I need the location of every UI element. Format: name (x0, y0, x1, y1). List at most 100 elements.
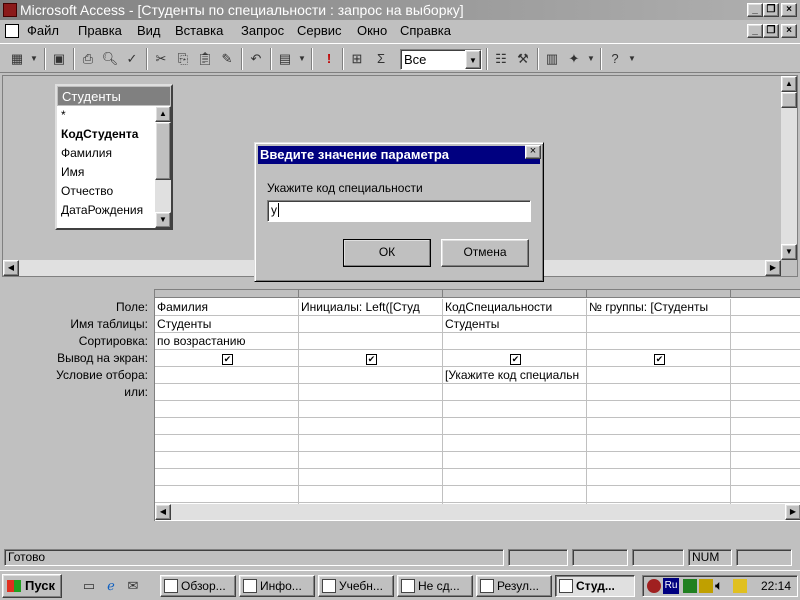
task-button-active[interactable]: Студ... (555, 575, 635, 597)
chevron-down-icon[interactable]: ▼ (465, 50, 481, 69)
grid-cell-table[interactable]: Студенты (155, 316, 299, 333)
scroll-right-icon[interactable]: ▶ (765, 260, 781, 276)
doc-close-button[interactable]: × (781, 24, 797, 38)
view-icon[interactable]: ▦ (6, 48, 28, 70)
pane-vertical-scrollbar[interactable]: ▲ ▼ (781, 76, 797, 260)
field-list-item[interactable]: КодСтудента (57, 125, 171, 144)
grid-cell-sort[interactable] (443, 333, 587, 350)
show-checkbox[interactable]: ✔ (510, 354, 521, 365)
field-list-item[interactable]: Фамилия (57, 144, 171, 163)
scroll-up-icon[interactable]: ▲ (155, 106, 171, 122)
menu-tools[interactable]: Сервис (294, 20, 345, 42)
grid-cell-table[interactable] (587, 316, 731, 333)
doc-minimize-button[interactable]: _ (747, 24, 763, 38)
outlook-icon[interactable]: ✉ (122, 575, 144, 597)
field-list-item[interactable]: ДатаРождения (57, 201, 171, 220)
scroll-down-icon[interactable]: ▼ (155, 212, 171, 228)
tray-misc-icon[interactable] (733, 579, 747, 593)
grid-cell-criteria[interactable] (731, 367, 800, 384)
column-selector[interactable] (299, 290, 443, 298)
show-checkbox[interactable]: ✔ (222, 354, 233, 365)
ok-button[interactable]: ОК (343, 239, 431, 267)
scroll-thumb[interactable] (781, 92, 797, 108)
build-icon[interactable]: ⚒ (512, 48, 534, 70)
grid-cell-criteria[interactable] (155, 367, 299, 384)
minimize-button[interactable]: _ (747, 3, 763, 17)
scroll-down-icon[interactable]: ▼ (781, 244, 797, 260)
close-button[interactable]: × (781, 3, 797, 17)
grid-cell-sort[interactable] (587, 333, 731, 350)
column-selector[interactable] (443, 290, 587, 298)
grid-cell-sort[interactable] (731, 333, 800, 350)
grid-empty-rows[interactable] (155, 384, 800, 504)
grid-cell-sort[interactable]: по возрастанию (155, 333, 299, 350)
field-list-scrollbar[interactable]: ▲ ▼ (155, 106, 171, 228)
grid-cell-criteria[interactable]: [Укажите код специальн (443, 367, 587, 384)
database-window-icon[interactable]: ▥ (541, 48, 563, 70)
menu-help[interactable]: Справка (397, 20, 454, 42)
doc-restore-button[interactable]: ❐ (763, 24, 779, 38)
grid-cell-field[interactable]: КодСпециальности (443, 299, 587, 316)
menu-insert[interactable]: Вставка (172, 20, 226, 42)
menu-edit[interactable]: Правка (75, 20, 125, 42)
cut-icon[interactable]: ✂ (150, 48, 172, 70)
grid-cell-field[interactable]: № группы: [Студенты (587, 299, 731, 316)
help-dropdown-icon[interactable]: ▼ (626, 48, 638, 70)
parameter-input[interactable]: у (267, 200, 531, 222)
tray-app-icon[interactable] (647, 579, 661, 593)
totals-icon[interactable]: Σ (370, 48, 392, 70)
grid-cell-field[interactable]: Инициалы: Left([Студ (299, 299, 443, 316)
internet-explorer-icon[interactable]: ℯ (100, 575, 122, 597)
grid-cell-criteria[interactable] (587, 367, 731, 384)
run-icon[interactable]: ! (318, 48, 340, 70)
field-list-title[interactable]: Студенты (57, 86, 171, 106)
top-values-combo[interactable]: Все ▼ (400, 49, 482, 70)
tray-tool-icon[interactable] (699, 579, 713, 593)
print-preview-icon[interactable]: 🔍︎ (99, 48, 121, 70)
undo-icon[interactable]: ↶ (245, 48, 267, 70)
grid-horizontal-scrollbar[interactable]: ◀ ▶ (155, 504, 800, 520)
grid-cell-table[interactable] (299, 316, 443, 333)
print-icon[interactable]: ⎙ (77, 48, 99, 70)
column-selector[interactable] (587, 290, 731, 298)
query-type-icon[interactable]: ▤ (274, 48, 296, 70)
grid-cell-sort[interactable] (299, 333, 443, 350)
start-button[interactable]: Пуск (2, 574, 62, 598)
menu-query[interactable]: Запрос (238, 20, 287, 42)
scroll-left-icon[interactable]: ◀ (3, 260, 19, 276)
paste-icon[interactable]: 📋︎ (194, 48, 216, 70)
field-list-item[interactable]: Имя (57, 163, 171, 182)
desktop-icon[interactable]: ▭ (78, 575, 100, 597)
field-list-item[interactable]: * (57, 106, 171, 125)
tray-network-icon[interactable] (683, 579, 697, 593)
column-selector[interactable] (731, 290, 800, 298)
properties-icon[interactable]: ☷ (490, 48, 512, 70)
grid-cell-criteria[interactable] (299, 367, 443, 384)
document-icon[interactable] (5, 24, 19, 38)
show-table-icon[interactable]: ⊞ (346, 48, 368, 70)
copy-icon[interactable]: ⎘ (172, 48, 194, 70)
cancel-button[interactable]: Отмена (441, 239, 529, 267)
volume-icon[interactable]: 🔈︎ (715, 577, 723, 594)
field-list-students[interactable]: Студенты * КодСтудента Фамилия Имя Отчес… (55, 84, 173, 230)
scroll-up-icon[interactable]: ▲ (781, 76, 797, 92)
grid-cell-table[interactable]: Студенты (443, 316, 587, 333)
scroll-left-icon[interactable]: ◀ (155, 504, 171, 520)
scroll-thumb[interactable] (155, 122, 171, 180)
save-icon[interactable]: ▣ (48, 48, 70, 70)
close-icon[interactable]: × (525, 145, 541, 159)
show-checkbox[interactable]: ✔ (366, 354, 377, 365)
menu-view[interactable]: Вид (134, 20, 164, 42)
spelling-icon[interactable]: ✓ (121, 48, 143, 70)
new-object-icon[interactable]: ✦ (563, 48, 585, 70)
task-button[interactable]: Не сд... (397, 575, 473, 597)
grid-cell-show[interactable] (731, 350, 800, 367)
column-selector[interactable] (155, 290, 299, 298)
scroll-right-icon[interactable]: ▶ (785, 504, 800, 520)
task-button[interactable]: Обзор... (160, 575, 236, 597)
menu-window[interactable]: Окно (354, 20, 390, 42)
task-button[interactable]: Учебн... (318, 575, 394, 597)
view-dropdown-icon[interactable]: ▼ (28, 48, 40, 70)
field-list-item[interactable]: Отчество (57, 182, 171, 201)
grid-cell-field[interactable] (731, 299, 800, 316)
